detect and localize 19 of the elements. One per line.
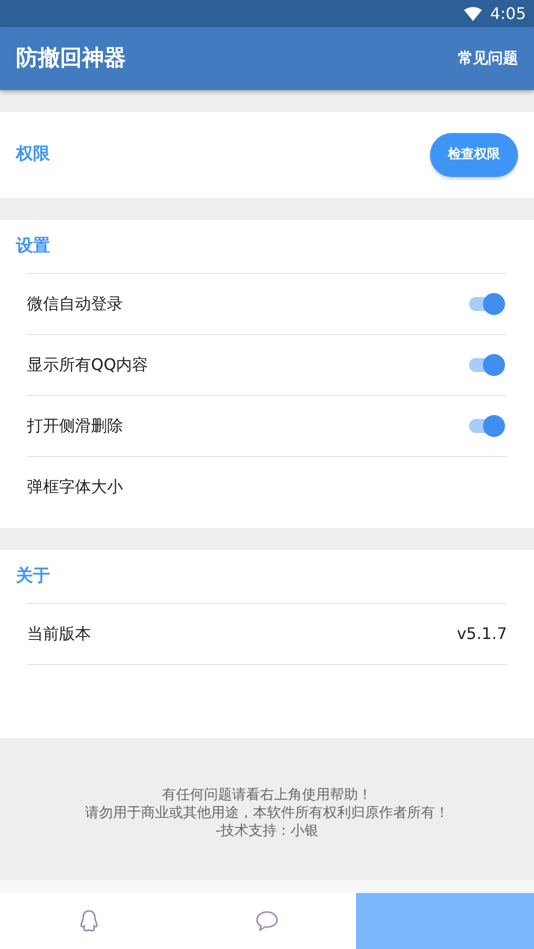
row-label: 弹框字体大小 [27,476,123,498]
row-label: 显示所有QQ内容 [27,354,148,376]
footer-text: 有任何问题请看右上角使用帮助！ [162,786,372,804]
row-label: 微信自动登录 [27,293,123,315]
footer-text: 请勿用于商业或其他用途，本软件所有权利归原作者所有！ [85,804,449,822]
status-time: 4:05 [490,2,526,24]
wifi-icon [464,6,482,20]
version-value: v5.1.7 [456,623,507,645]
chat-icon [255,910,279,932]
section-title: 权限 [16,143,50,166]
penguin-icon [78,909,100,933]
row-label: 打开侧滑删除 [27,415,123,437]
faq-link[interactable]: 常见问题 [458,47,518,70]
row-label: 当前版本 [27,623,91,645]
section-title: 设置 [16,234,50,258]
footer-text: -技术支持：小银 [215,822,319,840]
check-permission-button[interactable]: 检查权限 [430,133,518,177]
app-title: 防撤回神器 [16,45,126,73]
section-title: 关于 [16,564,50,588]
